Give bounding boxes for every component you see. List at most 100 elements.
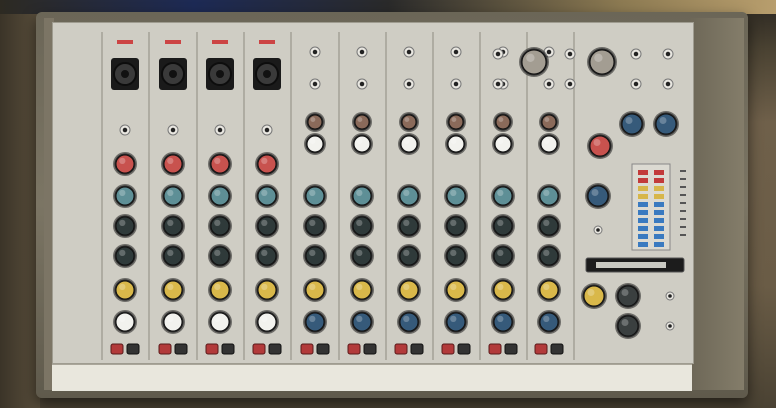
master-jack-bottom-2[interactable]: [630, 78, 642, 90]
channel-6-solo-button[interactable]: [363, 343, 377, 355]
channel-1-xlr-input[interactable]: [111, 58, 139, 90]
channel-3-level-knob[interactable]: [208, 310, 232, 334]
channel-10-mute-button[interactable]: [534, 343, 548, 355]
channel-6-eq-mid-knob[interactable]: [350, 214, 374, 238]
channel-5-eq-low-knob[interactable]: [303, 244, 327, 268]
channel-8-level-knob[interactable]: [444, 310, 468, 334]
channel-2-aux-knob[interactable]: [161, 278, 185, 302]
master-jack-bottom-3[interactable]: [662, 78, 674, 90]
master-jack-bottom-0[interactable]: [492, 78, 504, 90]
master-fx-knob-right[interactable]: [587, 47, 617, 77]
channel-5-level-knob[interactable]: [303, 310, 327, 334]
channel-4-solo-button[interactable]: [268, 343, 282, 355]
channel-5-eq-mid-knob[interactable]: [303, 214, 327, 238]
channel-4-aux-knob[interactable]: [255, 278, 279, 302]
master-gain-knob[interactable]: [587, 133, 613, 159]
channel-10-trim-knob[interactable]: [539, 112, 559, 132]
channel-7-eq-low-knob[interactable]: [397, 244, 421, 268]
master-aux-knob-right[interactable]: [653, 111, 679, 137]
channel-10-eq-low-knob[interactable]: [537, 244, 561, 268]
master-jack-bottom-1[interactable]: [564, 78, 576, 90]
channel-2-xlr-input[interactable]: [159, 58, 187, 90]
channel-9-mute-button[interactable]: [488, 343, 502, 355]
channel-9-eq-low-knob[interactable]: [491, 244, 515, 268]
channel-6-mute-button[interactable]: [347, 343, 361, 355]
master-level-knob-left[interactable]: [615, 283, 641, 309]
channel-5-eq-high-knob[interactable]: [303, 184, 327, 208]
channel-4-eq-high-knob[interactable]: [255, 184, 279, 208]
channel-1-mute-button[interactable]: [110, 343, 124, 355]
channel-9-trim-knob[interactable]: [493, 112, 513, 132]
channel-1-aux-knob[interactable]: [113, 278, 137, 302]
channel-7-line-in-right[interactable]: [403, 78, 415, 90]
channel-2-eq-mid-knob[interactable]: [161, 214, 185, 238]
channel-7-trim-knob[interactable]: [399, 112, 419, 132]
channel-7-level-knob[interactable]: [397, 310, 421, 334]
channel-10-line-in-right[interactable]: [543, 78, 555, 90]
channel-2-solo-button[interactable]: [174, 343, 188, 355]
channel-4-insert-jack[interactable]: [261, 124, 273, 136]
master-jack-top-2[interactable]: [630, 48, 642, 60]
channel-3-insert-jack[interactable]: [214, 124, 226, 136]
channel-3-eq-high-knob[interactable]: [208, 184, 232, 208]
channel-8-line-in-right[interactable]: [450, 78, 462, 90]
channel-10-solo-button[interactable]: [550, 343, 564, 355]
channel-8-gain-knob[interactable]: [445, 133, 467, 155]
master-jack-top-0[interactable]: [492, 48, 504, 60]
channel-8-mute-button[interactable]: [441, 343, 455, 355]
channel-8-line-in-left[interactable]: [450, 46, 462, 58]
channel-2-eq-high-knob[interactable]: [161, 184, 185, 208]
channel-6-level-knob[interactable]: [350, 310, 374, 334]
channel-10-gain-knob[interactable]: [538, 133, 560, 155]
channel-1-eq-mid-knob[interactable]: [113, 214, 137, 238]
channel-10-aux-knob[interactable]: [537, 278, 561, 302]
channel-1-insert-jack[interactable]: [119, 124, 131, 136]
master-level-knob-right[interactable]: [615, 313, 641, 339]
channel-1-gain-knob[interactable]: [113, 152, 137, 176]
channel-7-mute-button[interactable]: [394, 343, 408, 355]
channel-3-xlr-input[interactable]: [206, 58, 234, 90]
channel-5-aux-knob[interactable]: [303, 278, 327, 302]
master-jack-top-3[interactable]: [662, 48, 674, 60]
channel-6-aux-knob[interactable]: [350, 278, 374, 302]
channel-3-solo-button[interactable]: [221, 343, 235, 355]
channel-4-gain-knob[interactable]: [255, 152, 279, 176]
master-output-jack-1[interactable]: [665, 291, 675, 301]
channel-6-eq-high-knob[interactable]: [350, 184, 374, 208]
channel-5-mute-button[interactable]: [300, 343, 314, 355]
channel-5-gain-knob[interactable]: [304, 133, 326, 155]
channel-5-line-in-right[interactable]: [309, 78, 321, 90]
channel-2-insert-jack[interactable]: [167, 124, 179, 136]
channel-7-aux-knob[interactable]: [397, 278, 421, 302]
channel-8-aux-knob[interactable]: [444, 278, 468, 302]
channel-9-level-knob[interactable]: [491, 310, 515, 334]
channel-4-eq-mid-knob[interactable]: [255, 214, 279, 238]
channel-1-eq-high-knob[interactable]: [113, 184, 137, 208]
master-output-jack-2[interactable]: [665, 321, 675, 331]
channel-2-gain-knob[interactable]: [161, 152, 185, 176]
channel-1-level-knob[interactable]: [113, 310, 137, 334]
channel-6-trim-knob[interactable]: [352, 112, 372, 132]
channel-4-eq-low-knob[interactable]: [255, 244, 279, 268]
channel-3-aux-knob[interactable]: [208, 278, 232, 302]
channel-7-eq-high-knob[interactable]: [397, 184, 421, 208]
channel-4-xlr-input[interactable]: [253, 58, 281, 90]
channel-6-line-in-left[interactable]: [356, 46, 368, 58]
channel-8-solo-button[interactable]: [457, 343, 471, 355]
channel-5-trim-knob[interactable]: [305, 112, 325, 132]
master-aux-knob-left[interactable]: [619, 111, 645, 137]
channel-8-eq-low-knob[interactable]: [444, 244, 468, 268]
channel-2-level-knob[interactable]: [161, 310, 185, 334]
channel-7-line-in-left[interactable]: [403, 46, 415, 58]
channel-3-eq-mid-knob[interactable]: [208, 214, 232, 238]
channel-9-solo-button[interactable]: [504, 343, 518, 355]
channel-7-eq-mid-knob[interactable]: [397, 214, 421, 238]
channel-9-gain-knob[interactable]: [492, 133, 514, 155]
channel-10-eq-mid-knob[interactable]: [537, 214, 561, 238]
channel-2-mute-button[interactable]: [158, 343, 172, 355]
master-fx-return-knob[interactable]: [585, 183, 611, 209]
master-switch-jack[interactable]: [593, 225, 603, 235]
channel-8-eq-high-knob[interactable]: [444, 184, 468, 208]
channel-9-eq-high-knob[interactable]: [491, 184, 515, 208]
channel-6-eq-low-knob[interactable]: [350, 244, 374, 268]
